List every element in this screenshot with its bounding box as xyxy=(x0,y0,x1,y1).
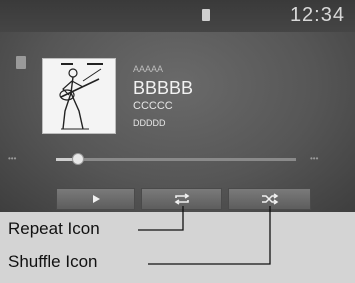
shuffle-callout-line xyxy=(148,206,271,265)
repeat-callout-line xyxy=(138,206,184,231)
shuffle-icon-callout: Shuffle Icon xyxy=(8,252,98,271)
callout-lines xyxy=(138,206,271,265)
repeat-icon-callout: Repeat Icon xyxy=(8,219,100,238)
